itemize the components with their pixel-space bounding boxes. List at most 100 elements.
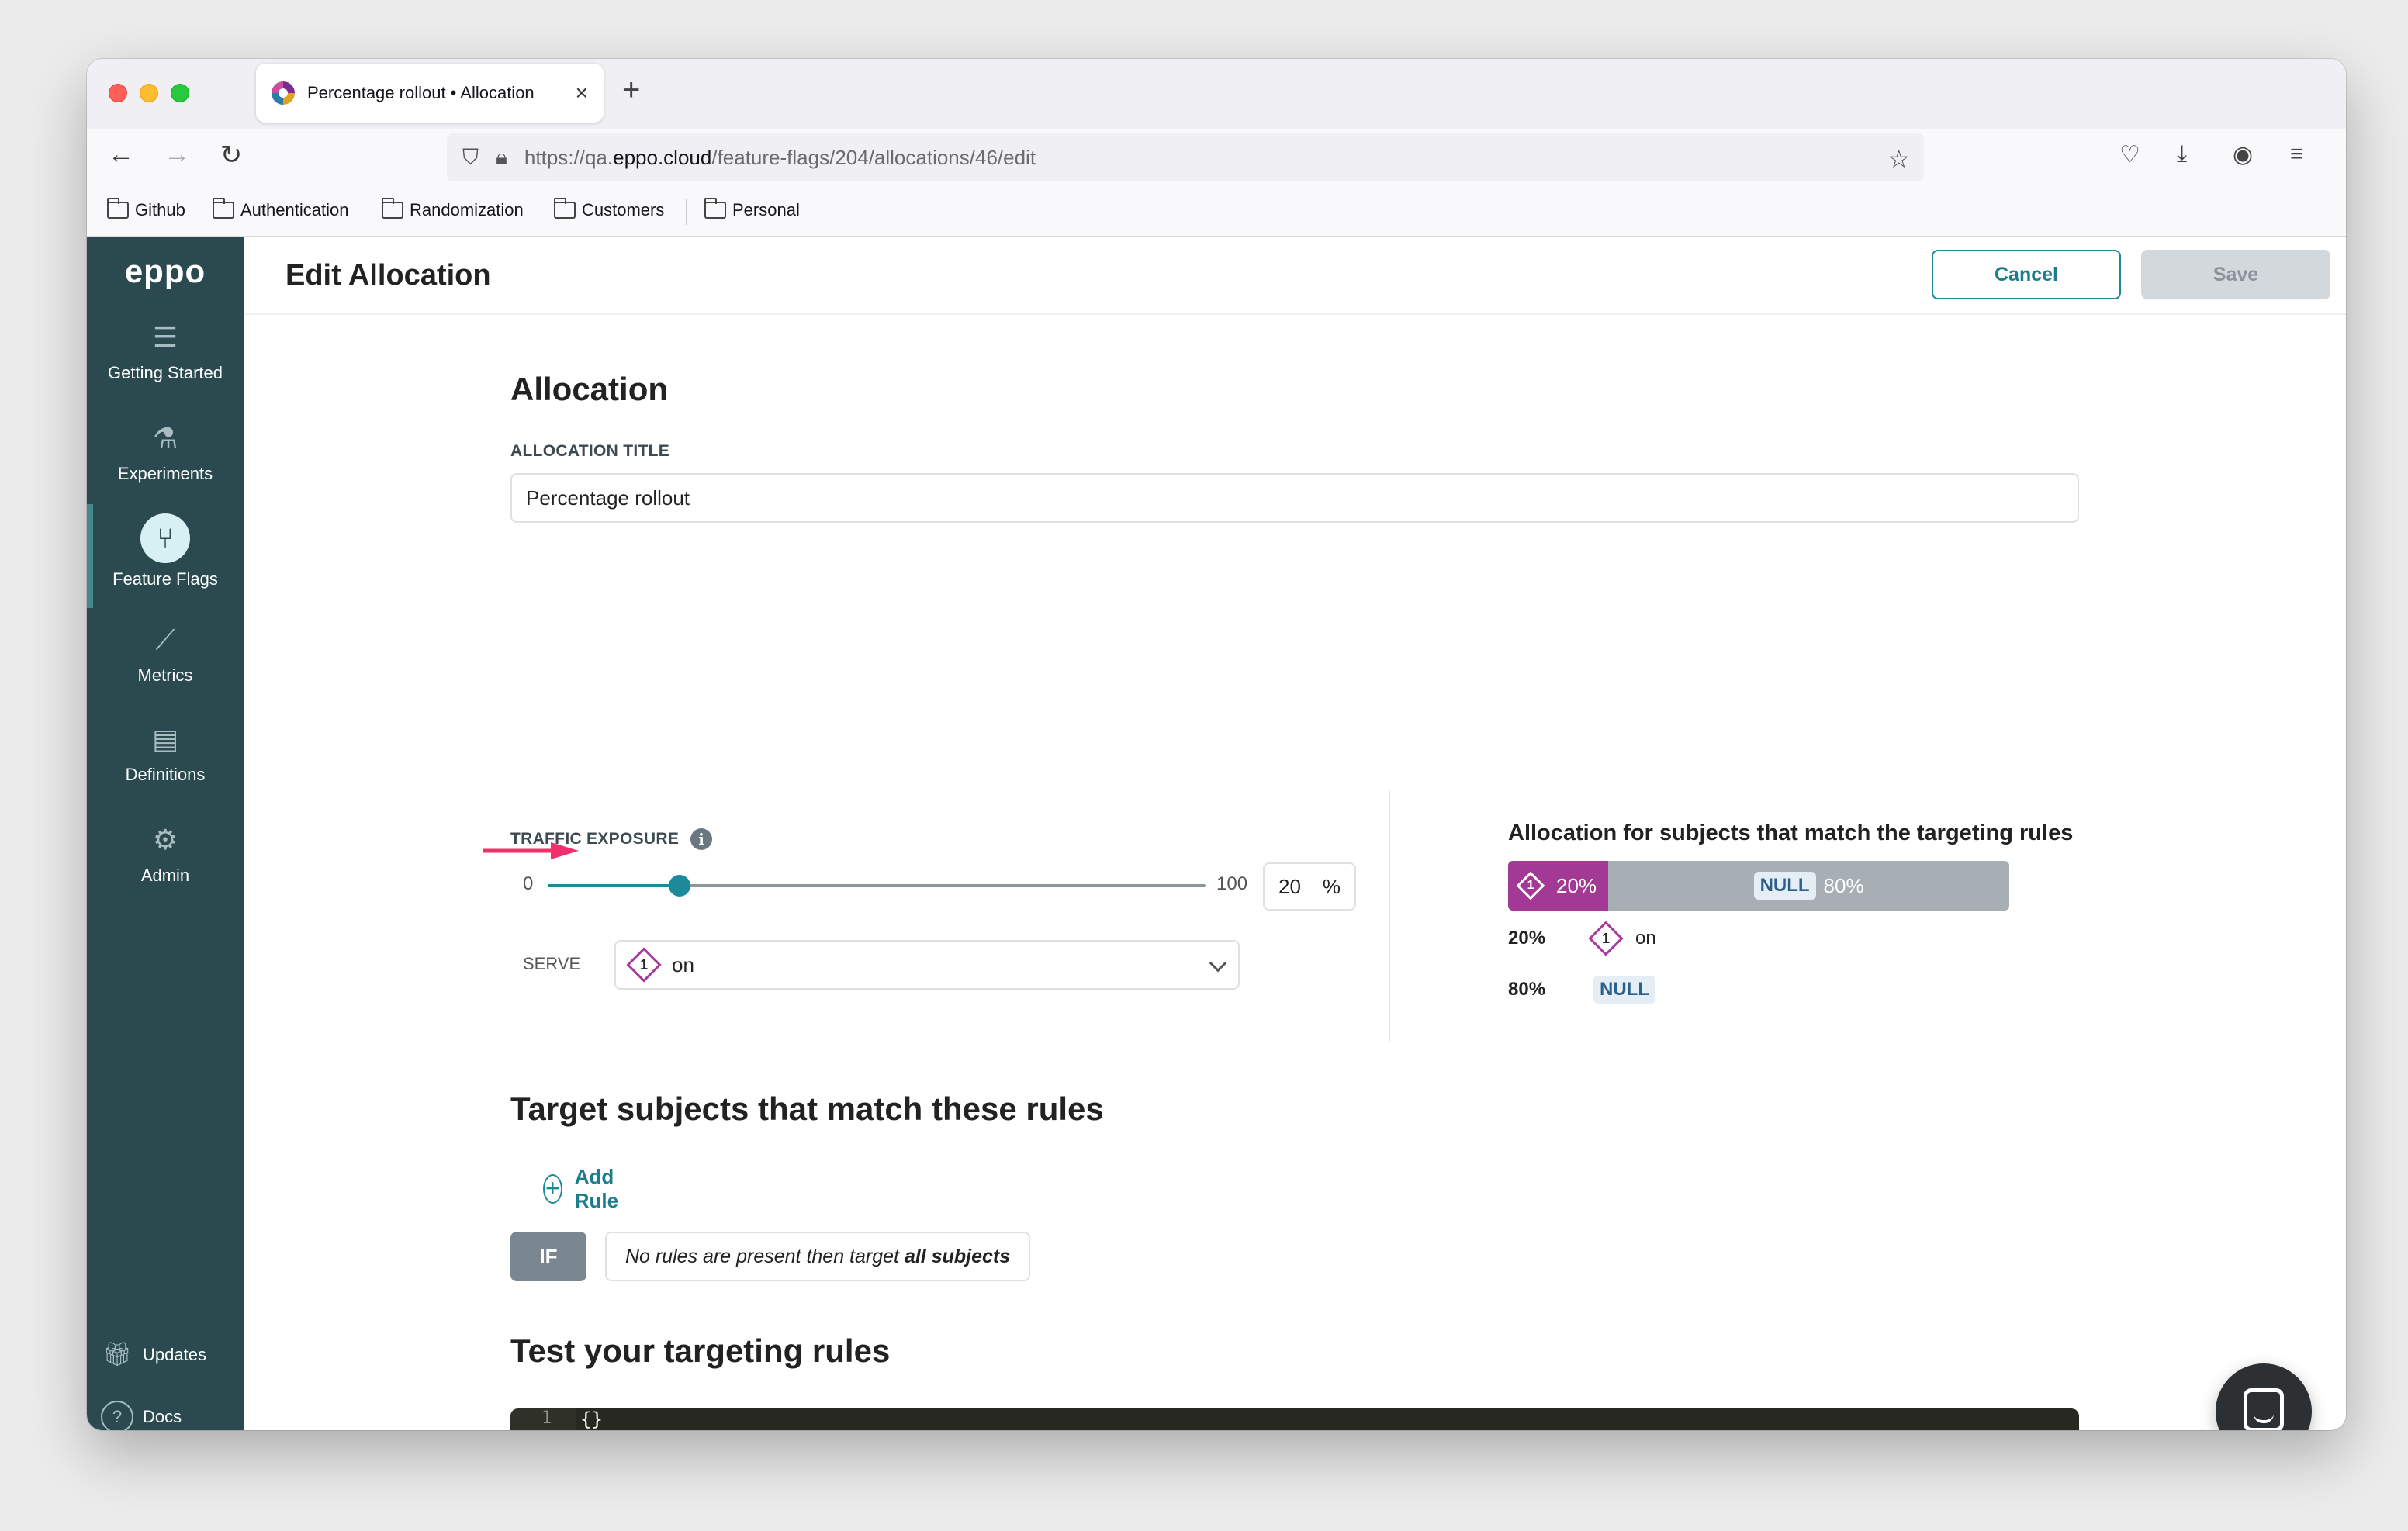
bookmark-star-icon[interactable]: ☆ xyxy=(1887,144,1910,174)
save-button[interactable]: Save xyxy=(2141,250,2330,299)
back-arrow-icon[interactable]: ← xyxy=(102,140,140,170)
chart-line-icon: ⟋ xyxy=(155,624,175,655)
menu-hamburger-icon[interactable]: ≡ xyxy=(2290,141,2304,168)
sidebar-item-experiments[interactable]: ⚗ Experiments xyxy=(87,419,244,484)
sidebar-updates[interactable]: 🎁︎ Updates xyxy=(101,1339,206,1371)
split-on-pct: 20% xyxy=(1556,873,1597,897)
bookmark-label: Personal xyxy=(732,200,800,219)
bookmarks-bar: Github Authentication Randomization Cust… xyxy=(87,188,2346,237)
eppo-logo[interactable]: eppo xyxy=(87,253,244,290)
download-icon[interactable]: ⤓ xyxy=(2177,141,2187,168)
pocket-icon[interactable]: ♡ xyxy=(2119,141,2140,168)
allocation-title-input[interactable] xyxy=(510,473,2079,523)
new-tab-plus-icon[interactable]: + xyxy=(622,73,640,108)
shield-icon[interactable]: ⛉ xyxy=(462,145,479,171)
rule-text-bold: all subjects xyxy=(904,1246,1011,1267)
url-host: eppo.cloud xyxy=(613,145,712,169)
variant-diamond-icon: 1 xyxy=(1588,921,1624,956)
bookmark-label: Customers xyxy=(582,200,665,219)
serve-label: SERVE xyxy=(523,954,581,973)
if-badge: IF xyxy=(510,1232,586,1281)
variant-number: 1 xyxy=(1601,931,1610,946)
null-chip: NULL xyxy=(1593,976,1656,1004)
info-icon[interactable]: i xyxy=(690,828,712,850)
docs-label: Docs xyxy=(143,1407,182,1426)
sidebar-item-label: Metrics xyxy=(137,665,193,685)
slider-min-label: 0 xyxy=(523,873,534,894)
null-chip: NULL xyxy=(1753,872,1816,900)
folder-icon xyxy=(107,198,129,219)
sidebar-item-label: Feature Flags xyxy=(112,569,218,589)
line-number: 1 xyxy=(541,1408,552,1428)
bookmark-personal[interactable]: Personal xyxy=(704,198,800,220)
browser-window: Percentage rollout • Allocation × + ← → … xyxy=(87,59,2346,1430)
address-bar[interactable]: ⛉ 🔒︎ https://qa.eppo.cloud/feature-flags… xyxy=(447,133,1924,181)
slider-thumb[interactable] xyxy=(668,875,690,897)
chevron-down-icon xyxy=(1209,954,1227,973)
code-content[interactable]: {} xyxy=(580,1408,603,1430)
maximize-window-button[interactable] xyxy=(171,84,189,102)
sidebar-item-label: Admin xyxy=(140,866,190,885)
app-root: eppo ☰ Getting Started ⚗ Experiments ⑂ F… xyxy=(87,237,2346,1430)
legend-pct: 20% xyxy=(1508,928,1546,949)
bookmark-label: Randomization xyxy=(410,200,524,219)
legend-row-on: 20% 1 on xyxy=(1508,921,1656,956)
close-tab-icon[interactable]: × xyxy=(576,81,588,105)
slider-max-label: 100 xyxy=(1216,873,1248,894)
folder-icon xyxy=(554,198,576,219)
sidebar-item-definitions[interactable]: ▤ Definitions xyxy=(87,720,244,785)
bookmark-customers[interactable]: Customers xyxy=(554,198,665,220)
folder-icon xyxy=(704,198,726,219)
sidebar-docs[interactable]: ? Docs xyxy=(101,1401,182,1430)
url-text[interactable]: https://qa.eppo.cloud/feature-flags/204/… xyxy=(524,146,1036,170)
add-rule-button[interactable]: + Add Rule xyxy=(543,1165,628,1213)
chat-launcher-button[interactable] xyxy=(2216,1363,2312,1430)
reload-icon[interactable]: ↻ xyxy=(213,140,250,171)
sidebar-item-metrics[interactable]: ⟋ Metrics xyxy=(87,620,244,686)
allocation-title-label: ALLOCATION TITLE xyxy=(510,442,670,460)
code-editor[interactable]: 1 {} xyxy=(510,1408,2079,1430)
slider-fill xyxy=(548,884,680,887)
variant-diamond-icon: 1 xyxy=(1516,871,1545,900)
minimize-window-button[interactable] xyxy=(140,84,158,102)
variant-diamond-icon: 1 xyxy=(626,947,662,983)
tab-strip: Percentage rollout • Allocation × + xyxy=(87,59,2346,129)
sidebar-item-feature-flags[interactable]: ⑂ Feature Flags xyxy=(87,513,244,589)
browser-tab-active[interactable]: Percentage rollout • Allocation × xyxy=(256,64,604,123)
tab-title: Percentage rollout • Allocation xyxy=(307,83,535,102)
split-segment-on: 1 20% xyxy=(1508,861,1609,911)
url-scheme: https://qa. xyxy=(524,145,614,169)
traffic-percent-value: 20 xyxy=(1278,874,1301,898)
flask-icon: ⚗ xyxy=(152,422,178,454)
url-path: /feature-flags/204/allocations/46/edit xyxy=(711,145,1036,169)
bookmark-separator xyxy=(686,199,687,225)
allocation-split-heading: Allocation for subjects that match the t… xyxy=(1508,821,2074,845)
list-icon: ☰ xyxy=(152,321,178,353)
sidebar-item-label: Getting Started xyxy=(108,363,223,382)
page-header: Edit Allocation Cancel Save xyxy=(244,237,2346,315)
lock-icon[interactable]: 🔒︎ xyxy=(496,145,507,171)
gift-icon: 🎁︎ xyxy=(102,1342,133,1367)
add-rule-label: Add Rule xyxy=(574,1165,619,1212)
bookmark-authentication[interactable]: Authentication xyxy=(213,198,348,220)
sidebar-item-admin[interactable]: ⚙ Admin xyxy=(87,821,244,886)
variant-number: 1 xyxy=(1527,879,1534,892)
sidebar-item-getting-started[interactable]: ☰ Getting Started xyxy=(87,318,244,383)
allocation-heading: Allocation xyxy=(510,371,669,407)
serve-variant-select[interactable]: 1 on xyxy=(614,940,1240,990)
section-divider xyxy=(1389,790,1390,1042)
forward-arrow-icon[interactable]: → xyxy=(158,140,195,170)
chat-icon xyxy=(2244,1388,2284,1430)
legend-pct: 80% xyxy=(1508,979,1546,1000)
bookmark-github[interactable]: Github xyxy=(107,198,185,220)
sidebar: eppo ☰ Getting Started ⚗ Experiments ⑂ F… xyxy=(87,237,244,1430)
no-rules-message: No rules are present then target all sub… xyxy=(605,1232,1031,1281)
sidebar-item-label: Experiments xyxy=(117,464,213,483)
bookmark-randomization[interactable]: Randomization xyxy=(382,198,524,220)
account-icon[interactable]: ◉ xyxy=(2233,141,2253,168)
cancel-button[interactable]: Cancel xyxy=(1932,250,2121,299)
traffic-percent-input[interactable]: 20 % xyxy=(1263,862,1356,911)
close-window-button[interactable] xyxy=(109,84,127,102)
traffic-slider[interactable] xyxy=(548,875,1206,897)
sidebar-item-label: Definitions xyxy=(125,765,206,784)
